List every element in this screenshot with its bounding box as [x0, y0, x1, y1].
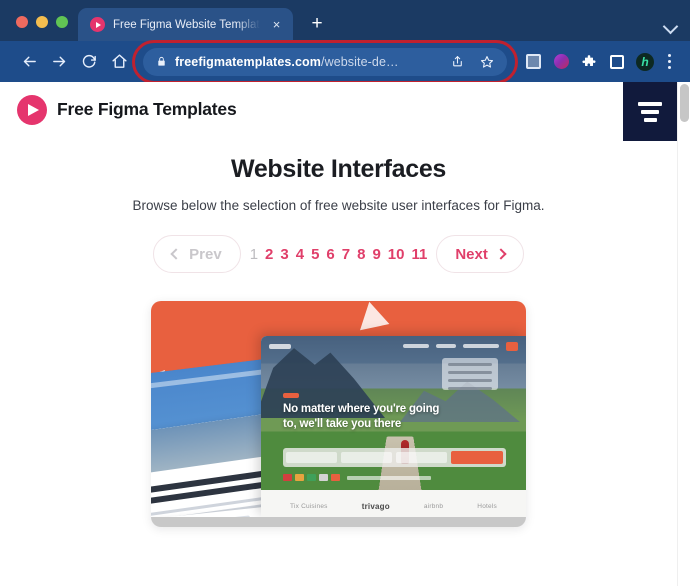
pagination-page-10[interactable]: 10: [388, 247, 405, 262]
back-arrow-icon: [23, 56, 36, 67]
site-header: Free Figma Templates: [0, 82, 677, 137]
share-icon: [452, 56, 462, 67]
home-button[interactable]: [104, 47, 134, 77]
browser-window: Free Figma Website Templates × + freefig…: [0, 0, 690, 586]
pagination-page-9[interactable]: 9: [372, 247, 380, 262]
pagination-next-label: Next: [455, 245, 488, 263]
pagination-page-6[interactable]: 6: [326, 247, 334, 262]
pagination-page-2[interactable]: 2: [265, 247, 273, 262]
pagination-page-4[interactable]: 4: [296, 247, 304, 262]
template-card[interactable]: Travel About: [151, 301, 526, 527]
reader-mode-icon[interactable]: [520, 49, 546, 75]
brand-name: Free Figma Templates: [57, 99, 237, 119]
extension-icons: h: [520, 49, 658, 75]
page-scrollbar[interactable]: [677, 82, 690, 586]
kebab-menu-icon: [667, 54, 671, 57]
tab-favicon-play-circle-icon: [90, 17, 105, 32]
share-button[interactable]: [446, 51, 468, 73]
pagination-prev-button[interactable]: Prev: [153, 235, 241, 273]
pagination-page-8[interactable]: 8: [357, 247, 365, 262]
pagination-page-5[interactable]: 5: [311, 247, 319, 262]
address-bar-path: /website-de…: [321, 54, 399, 69]
chevron-down-icon: [662, 18, 679, 35]
pagination-page-1[interactable]: 1: [250, 247, 258, 262]
mockup-logo-1: Tix Cuisines: [290, 502, 328, 510]
close-tab-icon[interactable]: ×: [268, 16, 285, 33]
home-icon: [111, 54, 127, 68]
mockup-logo-2: trivago: [361, 502, 390, 511]
pagination-page-3[interactable]: 3: [280, 247, 288, 262]
mockup-hero-headline: No matter where you're going to, we'll t…: [283, 403, 440, 430]
new-tab-button[interactable]: +: [303, 9, 331, 37]
mockup-logo-3: airbnb: [423, 502, 444, 510]
page-subtitle: Browse below the selection of free websi…: [132, 198, 545, 213]
paper-plane-icon-large: [360, 301, 394, 339]
tab-search-button[interactable]: [662, 18, 690, 41]
address-bar-container: freefigmatemplates.com/website-de…: [132, 39, 518, 84]
star-icon: [480, 55, 494, 68]
tab-title: Free Figma Website Templates: [113, 18, 260, 31]
sidebar-toggle-icon[interactable]: [604, 49, 630, 75]
template-preview-image: Travel About: [151, 301, 526, 517]
scrollbar-thumb[interactable]: [680, 84, 689, 122]
reload-icon: [82, 54, 96, 68]
chevron-right-icon: [495, 248, 507, 260]
mockup-nav: [261, 336, 526, 356]
browser-toolbar: freefigmatemplates.com/website-de… h: [0, 39, 690, 84]
window-traffic-lights: [0, 16, 78, 41]
puzzle-extension-icon[interactable]: [576, 49, 602, 75]
chevron-left-icon: [170, 248, 182, 260]
pagination-page-11[interactable]: 11: [411, 247, 427, 262]
pagination-prev-label: Prev: [189, 245, 222, 263]
forward-button[interactable]: [44, 47, 74, 77]
hamburger-menu-icon: [638, 101, 662, 106]
hypothesis-icon[interactable]: h: [632, 49, 658, 75]
address-bar[interactable]: freefigmatemplates.com/website-de…: [143, 47, 507, 76]
address-bar-text: freefigmatemplates.com/website-de…: [175, 55, 438, 69]
browser-menu-button[interactable]: [658, 49, 680, 75]
mockup-hero: No matter where you're going to, we'll t…: [261, 336, 526, 490]
close-window-button[interactable]: [16, 16, 28, 28]
pagination: Prev 1 2 3 4 5 6 7 8 9 10 11 Next: [0, 235, 677, 273]
grammar-assistant-icon[interactable]: [548, 49, 574, 75]
lock-icon: [158, 56, 165, 66]
back-button[interactable]: [14, 47, 44, 77]
address-bar-host: freefigmatemplates.com: [175, 54, 321, 69]
page-viewport: Free Figma Templates Website Interfaces …: [0, 82, 690, 586]
tab-strip: Free Figma Website Templates × +: [0, 0, 690, 41]
page-title: Website Interfaces: [230, 155, 447, 183]
pagination-next-button[interactable]: Next: [436, 235, 524, 273]
bookmark-button[interactable]: [476, 51, 498, 73]
reload-button[interactable]: [74, 47, 104, 77]
site-logo[interactable]: Free Figma Templates: [17, 94, 237, 125]
mockup-logo-4: Hotels: [477, 502, 497, 510]
mockup-partner-logos: Tix Cuisines trivago airbnb Hotels: [261, 490, 526, 517]
hamburger-menu-button[interactable]: [623, 82, 677, 141]
template-card-footer: [151, 517, 526, 527]
web-page: Free Figma Templates Website Interfaces …: [0, 82, 677, 586]
mockup-main-browser: No matter where you're going to, we'll t…: [261, 336, 526, 517]
zoom-window-button[interactable]: [56, 16, 68, 28]
forward-arrow-icon: [52, 56, 65, 67]
minimize-window-button[interactable]: [36, 16, 48, 28]
pagination-numbers: 1 2 3 4 5 6 7 8 9 10 11: [250, 247, 428, 262]
mockup-search-bar: [283, 448, 506, 467]
pagination-page-7[interactable]: 7: [342, 247, 350, 262]
play-circle-icon: [17, 94, 47, 125]
browser-tab[interactable]: Free Figma Website Templates ×: [78, 8, 293, 41]
